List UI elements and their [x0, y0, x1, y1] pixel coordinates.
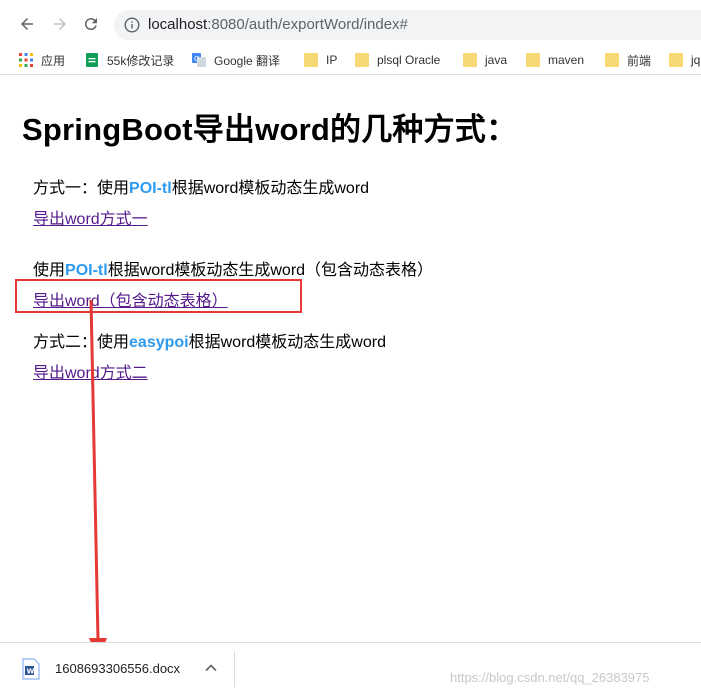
section2-prefix: 使用	[33, 262, 66, 279]
info-icon[interactable]	[124, 17, 140, 33]
bookmark-google-translate[interactable]: G Google 翻译	[192, 52, 280, 68]
back-button[interactable]	[16, 13, 38, 35]
url-path: :8080/auth/exportWord/index#	[207, 16, 408, 33]
apps-grid-icon	[19, 53, 33, 67]
watermark-text: https://blog.csdn.net/qq_26383975	[450, 670, 650, 685]
download-item[interactable]: W	[22, 658, 40, 680]
back-arrow-icon	[21, 18, 33, 30]
bookmark-label: plsql Oracle	[377, 53, 441, 67]
download-shelf: W 1608693306556.docx https://blog.csdn.n…	[0, 642, 701, 696]
section1-highlight: POI-tl	[129, 180, 172, 197]
bookmark-java[interactable]: java	[463, 52, 507, 68]
section1-prefix: 方式一：使用	[33, 180, 130, 197]
chevron-up-icon[interactable]	[204, 661, 218, 675]
folder-icon	[605, 53, 619, 67]
bookmark-ip[interactable]: IP	[304, 52, 337, 68]
download-file-name[interactable]: 1608693306556.docx	[55, 661, 180, 676]
bookmark-label: Google 翻译	[214, 53, 281, 68]
page-content: SpringBoot导出word的几种方式： 方式一：使用POI-tl根据wor…	[0, 76, 701, 642]
bookmark-label: 应用	[41, 53, 66, 68]
bookmark-plsql-oracle[interactable]: plsql Oracle	[355, 52, 440, 68]
word-document-icon: W	[22, 658, 40, 680]
section3-highlight: easypoi	[129, 334, 189, 351]
bookmarks-bar: 应用 55k修改记录 G Google 翻译 IP plsql Oracle j…	[0, 46, 701, 75]
sheets-icon	[86, 53, 98, 67]
folder-icon	[669, 53, 683, 67]
section3-prefix: 方式二：使用	[33, 334, 130, 351]
export-word-method1-link[interactable]: 导出word方式一	[33, 205, 148, 229]
forward-button[interactable]	[49, 13, 71, 35]
bookmark-label: IP	[326, 53, 338, 67]
svg-text:W: W	[27, 668, 35, 676]
section3-suffix: 根据word模板动态生成word	[188, 334, 386, 351]
svg-text:G: G	[194, 55, 199, 63]
bookmark-label: 前端	[627, 53, 652, 68]
export-word-method2-link[interactable]: 导出word方式二	[33, 359, 148, 383]
folder-icon	[463, 53, 477, 67]
bookmark-apps[interactable]: 应用	[19, 52, 65, 68]
folder-icon	[526, 53, 540, 67]
reload-icon	[84, 18, 97, 31]
bookmark-maven[interactable]: maven	[526, 52, 584, 68]
browser-toolbar: localhost:8080/auth/exportWord/index#	[0, 0, 701, 46]
google-translate-icon: G	[192, 53, 206, 67]
reload-button[interactable]	[80, 13, 102, 35]
export-word-dynamic-table-link[interactable]: 导出word（包含动态表格）	[33, 287, 228, 311]
bookmark-55k[interactable]: 55k修改记录	[85, 52, 174, 68]
page-title: SpringBoot导出word的几种方式：	[22, 112, 518, 147]
bookmark-label: 55k修改记录	[107, 53, 175, 68]
bookmark-jq[interactable]: jq	[669, 52, 700, 68]
shelf-divider	[234, 651, 235, 687]
bookmark-label: java	[485, 53, 508, 67]
url-host: localhost	[148, 16, 208, 33]
bookmark-frontend[interactable]: 前端	[605, 52, 651, 68]
url-text[interactable]: localhost:8080/auth/exportWord/index#	[148, 16, 408, 33]
section3-description: 方式二：使用easypoi根据word模板动态生成word	[33, 328, 386, 352]
section1-description: 方式一：使用POI-tl根据word模板动态生成word	[33, 174, 369, 198]
bookmark-label: maven	[548, 53, 585, 67]
folder-icon	[355, 53, 369, 67]
browser-window: localhost:8080/auth/exportWord/index# 应用…	[0, 0, 701, 696]
folder-icon	[304, 53, 318, 67]
section1-suffix: 根据word模板动态生成word	[171, 180, 370, 197]
section2-highlight: POI-tl	[65, 262, 108, 279]
bookmark-label: jq	[691, 53, 701, 67]
forward-arrow-icon	[54, 18, 66, 30]
section2-suffix: 根据word模板动态生成word（包含动态表格）	[107, 262, 434, 279]
address-bar[interactable]: localhost:8080/auth/exportWord/index#	[114, 10, 701, 40]
section2-description: 使用POI-tl根据word模板动态生成word（包含动态表格）	[33, 256, 433, 280]
